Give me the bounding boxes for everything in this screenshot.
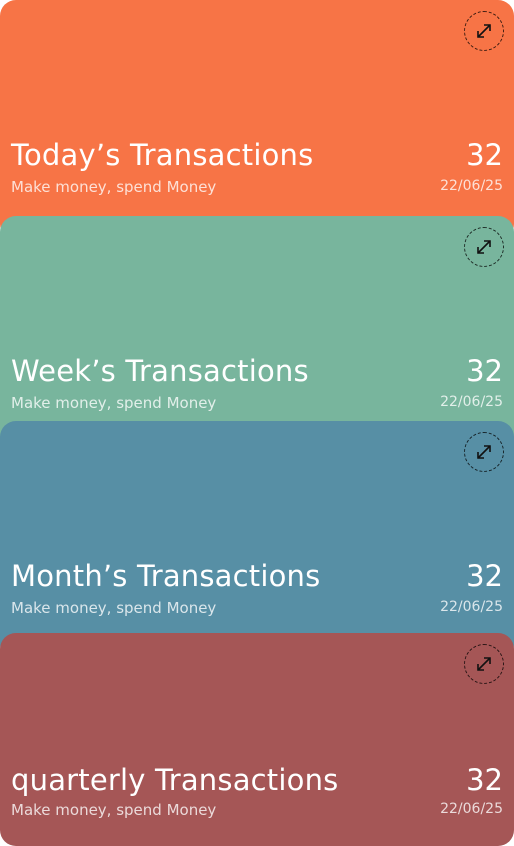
card-title: Month’s Transactions — [11, 559, 321, 593]
card-date: 22/06/25 — [440, 178, 503, 194]
transaction-count: 32 — [466, 763, 503, 797]
transaction-card-stack: Today’s Transactions 32 Make money, spen… — [0, 0, 514, 846]
card-today[interactable]: Today’s Transactions 32 Make money, spen… — [0, 0, 514, 240]
expand-icon — [477, 445, 491, 459]
card-subtitle: Make money, spend Money — [11, 178, 217, 196]
expand-icon — [477, 657, 491, 671]
card-quarterly[interactable]: quarterly Transactions 32 Make money, sp… — [0, 633, 514, 846]
card-week[interactable]: Week’s Transactions 32 Make money, spend… — [0, 216, 514, 456]
card-subtitle: Make money, spend Money — [11, 394, 217, 412]
card-title: Today’s Transactions — [11, 138, 314, 172]
card-date: 22/06/25 — [440, 599, 503, 615]
expand-button[interactable] — [464, 227, 504, 267]
card-month[interactable]: Month’s Transactions 32 Make money, spen… — [0, 421, 514, 661]
expand-button[interactable] — [464, 432, 504, 472]
expand-button[interactable] — [464, 11, 504, 51]
transaction-count: 32 — [466, 559, 503, 593]
transaction-count: 32 — [466, 138, 503, 172]
card-date: 22/06/25 — [440, 801, 503, 817]
card-subtitle: Make money, spend Money — [11, 599, 217, 617]
card-date: 22/06/25 — [440, 394, 503, 410]
transaction-count: 32 — [466, 354, 503, 388]
expand-icon — [477, 24, 491, 38]
card-title: Week’s Transactions — [11, 354, 309, 388]
card-title: quarterly Transactions — [11, 763, 339, 797]
expand-button[interactable] — [464, 644, 504, 684]
expand-icon — [477, 240, 491, 254]
card-subtitle: Make money, spend Money — [11, 801, 217, 819]
